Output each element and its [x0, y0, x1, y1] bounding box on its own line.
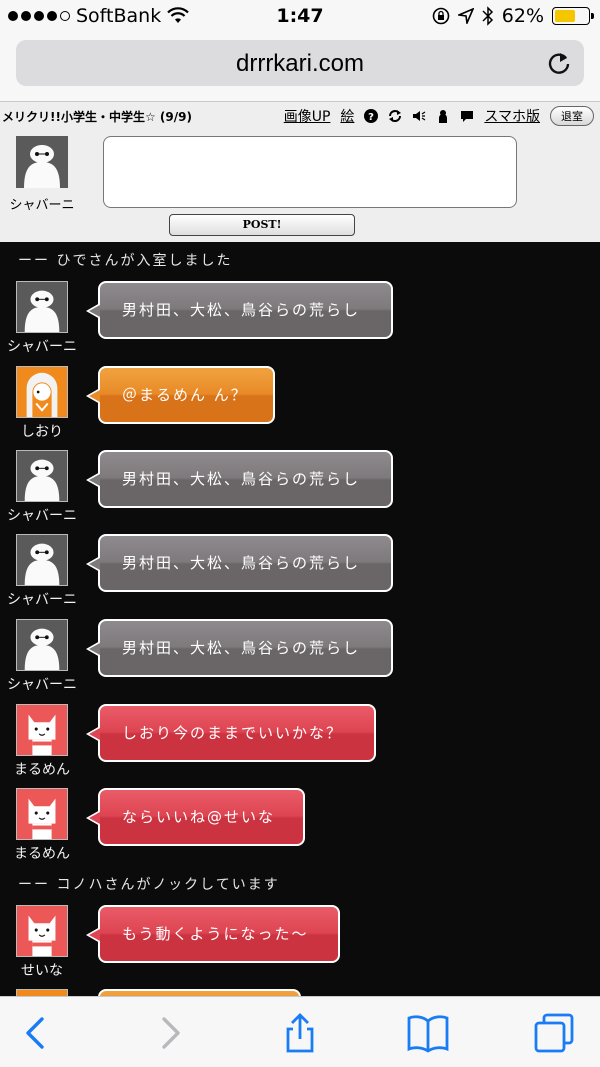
chevron-right-icon — [162, 1017, 180, 1049]
tabs-button[interactable] — [534, 1013, 574, 1053]
battery-icon — [552, 7, 594, 25]
cat-avatar-icon — [28, 798, 56, 839]
tabs-icon — [534, 1013, 574, 1053]
url-text: drrrkari.com — [235, 50, 364, 77]
refresh-icon[interactable] — [388, 109, 402, 123]
rotation-lock-icon — [432, 7, 450, 25]
message-text: ならいいね@せいな — [122, 808, 276, 826]
post-button[interactable]: POST! — [169, 214, 355, 236]
share-button[interactable] — [280, 1013, 320, 1053]
message-text: しおり今のままでいいかな？ — [122, 724, 344, 742]
bookmarks-button[interactable] — [406, 1013, 450, 1053]
chat-log[interactable]: ーー ひでさんが入室しました シャバーニ 男村田、大松、鳥谷らの荒らし しおり … — [0, 242, 600, 996]
robot-avatar-icon — [16, 136, 68, 188]
exit-room-button[interactable]: 退室 — [550, 106, 594, 126]
bluetooth-icon — [482, 6, 493, 26]
screen: SoftBank 1:47 62% drrrkari.com メリクリ!!小学生… — [0, 0, 600, 1067]
message-username: シャバーニ — [7, 677, 77, 693]
message-bubble: 男村田、大松、鳥谷らの荒らし — [86, 281, 393, 339]
robot-avatar-icon — [24, 290, 60, 332]
message-text: もう動くようになった～ — [122, 925, 309, 943]
message-input[interactable] — [103, 136, 517, 208]
help-icon[interactable]: ? — [364, 109, 379, 123]
self-avatar — [16, 136, 68, 188]
cat-avatar-icon — [28, 714, 56, 755]
girl-avatar-icon — [26, 372, 58, 417]
message-username: シャバーニ — [7, 508, 77, 524]
book-icon — [407, 1015, 449, 1053]
message-username: せいな — [21, 963, 63, 979]
message-bubble: 男村田、大松、鳥谷らの荒らし — [86, 619, 393, 677]
back-button[interactable] — [16, 1013, 56, 1053]
message-username: まるめん — [14, 762, 70, 778]
avatar — [16, 788, 68, 840]
room-header: メリクリ!!小学生・中学生☆ (9/9) 画像UP 絵 ? スマホ版 退室 シャ… — [0, 102, 600, 242]
message-bubble: ＠まるめん ん？ — [86, 366, 275, 424]
battery-fill — [555, 10, 575, 22]
address-bar[interactable]: drrrkari.com — [16, 40, 584, 86]
avatar — [16, 450, 68, 502]
status-bar: SoftBank 1:47 62% — [0, 0, 600, 34]
message-text: 男村田、大松、鳥谷らの荒らし — [122, 301, 361, 319]
chevron-left-icon — [26, 1017, 44, 1049]
message-bubble: ならいいね@せいな — [86, 788, 305, 846]
system-message: ーー コノハさんがノックしています — [18, 877, 280, 893]
share-icon — [286, 1013, 314, 1053]
avatar — [16, 619, 68, 671]
avatar — [16, 366, 68, 418]
bubble-tail — [86, 556, 100, 572]
bubble-tail — [86, 927, 100, 943]
bubble-tail — [86, 303, 100, 319]
room-title: メリクリ!!小学生・中学生☆ (9/9) — [2, 110, 192, 124]
reload-icon[interactable] — [546, 50, 572, 76]
bubble-tail — [86, 641, 100, 657]
battery-percent: 62% — [501, 5, 544, 27]
message-username: しおり — [21, 424, 63, 440]
robot-avatar-icon — [24, 459, 60, 501]
message-text: 男村田、大松、鳥谷らの荒らし — [122, 554, 361, 572]
message-text: 男村田、大松、鳥谷らの荒らし — [122, 639, 361, 657]
avatar — [16, 534, 68, 586]
robot-avatar-icon — [24, 628, 60, 670]
avatar — [16, 989, 68, 996]
sound-icon[interactable] — [412, 109, 426, 123]
message-username: まるめん — [14, 846, 70, 862]
browser-toolbar — [0, 996, 600, 1067]
svg-text:?: ? — [369, 112, 375, 123]
room-menu: 画像UP 絵 ? スマホ版 退室 — [284, 106, 594, 126]
bubble-tail — [86, 472, 100, 488]
message-bubble: 男村田、大松、鳥谷らの荒らし — [86, 534, 393, 592]
bubble-tail — [86, 726, 100, 742]
message-username: シャバーニ — [7, 339, 77, 355]
forward-button[interactable] — [150, 1013, 190, 1053]
message-text: ＠まるめん ん？ — [122, 386, 248, 404]
bubble-tail — [86, 388, 100, 404]
draw-link[interactable]: 絵 — [340, 106, 354, 126]
image-upload-link[interactable]: 画像UP — [284, 106, 331, 126]
cat-avatar-icon — [28, 915, 56, 956]
speech-icon[interactable] — [460, 109, 474, 123]
user-icon[interactable] — [436, 109, 450, 123]
self-name: シャバーニ — [9, 198, 75, 213]
avatar — [16, 281, 68, 333]
bubble-tail — [86, 810, 100, 826]
system-message: ーー ひでさんが入室しました — [18, 253, 233, 269]
message-bubble: もう動くようになった～ — [86, 905, 340, 963]
avatar — [16, 704, 68, 756]
browser-address-area: drrrkari.com — [0, 34, 600, 102]
robot-avatar-icon — [24, 543, 60, 585]
message-text: 男村田、大松、鳥谷らの荒らし — [122, 470, 361, 488]
message-bubble: しおり今のままでいいかな？ — [86, 704, 376, 762]
smartphone-version-link[interactable]: スマホ版 — [484, 106, 540, 126]
status-right: 62% — [432, 5, 594, 27]
message-bubble — [98, 989, 301, 996]
location-arrow-icon — [457, 8, 474, 24]
message-username: シャバーニ — [7, 592, 77, 608]
message-bubble: 男村田、大松、鳥谷らの荒らし — [86, 450, 393, 508]
avatar — [16, 905, 68, 957]
